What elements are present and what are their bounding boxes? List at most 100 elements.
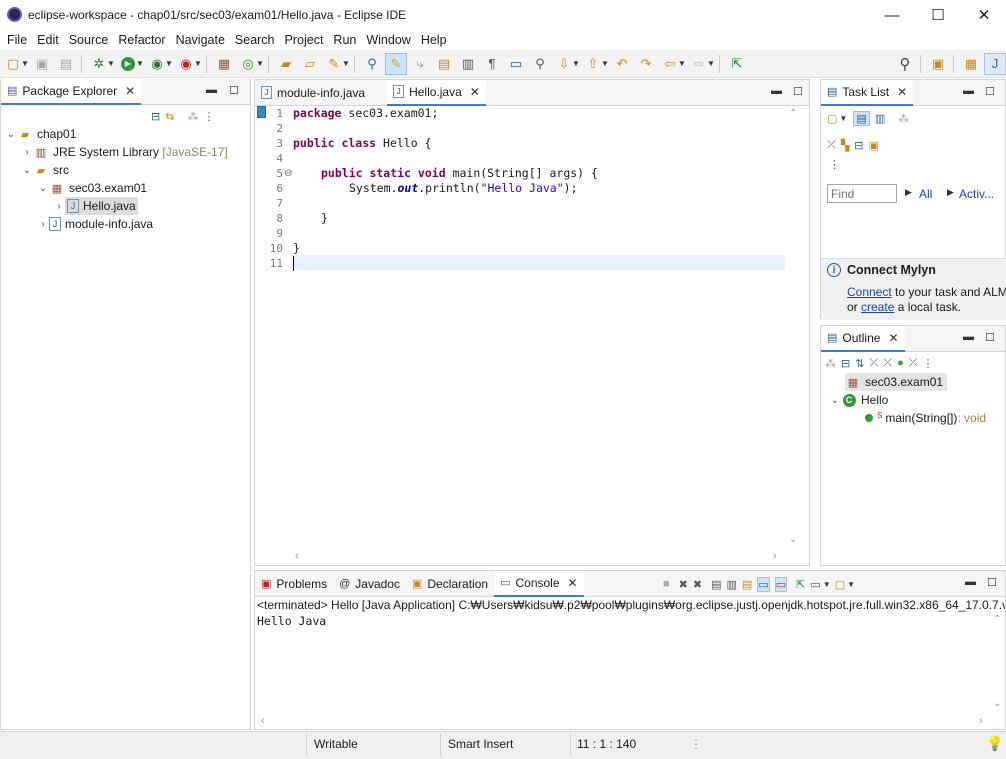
coverage-dropdown-icon[interactable]: ▼ bbox=[165, 59, 173, 68]
java-ee-perspective-icon[interactable]: ▦ bbox=[960, 53, 982, 75]
last-edit-icon[interactable]: ↶ bbox=[611, 53, 633, 75]
menu-project[interactable]: Project bbox=[285, 33, 324, 47]
outline-class[interactable]: ⌄ C Hello bbox=[829, 391, 889, 409]
new-class-dropdown-icon[interactable]: ▼ bbox=[256, 59, 264, 68]
chevron-down-icon[interactable]: ⌄ bbox=[21, 165, 33, 176]
create-link[interactable]: create bbox=[861, 300, 894, 314]
menu-navigate[interactable]: Navigate bbox=[176, 33, 225, 47]
search-icon[interactable]: ⚲ bbox=[894, 53, 916, 75]
open-console-icon[interactable]: ▢ bbox=[835, 578, 845, 591]
close-icon[interactable]: ✕ bbox=[897, 85, 907, 99]
open-console-dropdown-icon[interactable]: ▼ bbox=[847, 580, 855, 589]
tab-declaration[interactable]: ▣ Declaration bbox=[406, 571, 494, 597]
menu-help[interactable]: Help bbox=[421, 33, 447, 47]
new-java-package-icon[interactable]: ▦ bbox=[213, 53, 235, 75]
remove-launch-icon[interactable]: ✖ bbox=[679, 578, 688, 591]
minimize-button[interactable]: — bbox=[869, 2, 915, 28]
cursor-position-status[interactable]: 11 : 1 : 140 bbox=[577, 737, 636, 751]
pin-console-icon[interactable]: ⇱ bbox=[796, 578, 805, 591]
all-link[interactable]: All bbox=[919, 187, 932, 201]
word-wrap-icon[interactable]: ▤ bbox=[742, 578, 752, 591]
minimize-view-icon[interactable]: ▬ bbox=[965, 576, 976, 588]
minimize-view-icon[interactable]: ▬ bbox=[963, 85, 974, 97]
open-type-icon[interactable]: ▰ bbox=[275, 53, 297, 75]
tab-task-list[interactable]: ▤ Task List ✕ bbox=[821, 79, 914, 106]
minimize-view-icon[interactable]: ▬ bbox=[963, 331, 974, 343]
view-menu-icon[interactable]: ⋮ bbox=[203, 110, 214, 123]
search-zoom-icon[interactable]: ⚲ bbox=[529, 53, 551, 75]
previous-annotation-dropdown-icon[interactable]: ▼ bbox=[601, 59, 609, 68]
run-dropdown-icon[interactable]: ▼ bbox=[136, 59, 144, 68]
menu-edit[interactable]: Edit bbox=[37, 33, 59, 47]
view-menu-icon[interactable]: ⋮ bbox=[829, 158, 840, 171]
tab-outline[interactable]: ▤ Outline ✕ bbox=[821, 325, 905, 352]
show-on-error-icon[interactable]: ▭ bbox=[774, 576, 788, 592]
menu-window[interactable]: Window bbox=[366, 33, 410, 47]
new-dropdown-icon[interactable]: ▼ bbox=[21, 59, 29, 68]
maximize-view-icon[interactable]: ☐ bbox=[985, 331, 995, 344]
chevron-down-icon[interactable]: ⌄ bbox=[5, 129, 17, 140]
close-window-button[interactable]: ✕ bbox=[961, 2, 1006, 28]
back-dropdown-icon[interactable]: ▼ bbox=[678, 59, 686, 68]
forward-dropdown-icon[interactable]: ▼ bbox=[707, 59, 715, 68]
menu-search[interactable]: Search bbox=[235, 33, 275, 47]
save-all-icon[interactable]: ▤ bbox=[55, 53, 77, 75]
activate-link[interactable]: Activ... bbox=[959, 187, 994, 201]
scroll-lock-icon[interactable]: ▥ bbox=[727, 578, 737, 591]
word-wrap-icon[interactable]: ⤷ bbox=[409, 53, 431, 75]
maximize-view-icon[interactable]: ☐ bbox=[229, 84, 239, 97]
terminate-icon[interactable]: ■ bbox=[663, 578, 670, 590]
tree-item-chap01[interactable]: ⌄ ▰ chap01 bbox=[5, 125, 77, 143]
outline-package[interactable]: ▦ sec03.exam01 bbox=[845, 373, 948, 391]
close-icon[interactable]: ✕ bbox=[125, 84, 135, 98]
chevron-right-icon[interactable]: › bbox=[53, 201, 65, 212]
hide-static-icon[interactable]: ⤫ bbox=[883, 357, 892, 370]
hide-local-types-icon[interactable]: ⤫ bbox=[909, 357, 918, 370]
forward-edit-icon[interactable]: ↷ bbox=[635, 53, 657, 75]
code-area[interactable]: package sec03.exam01; public class Hello… bbox=[293, 106, 783, 550]
console-vertical-scrollbar[interactable]: ⌃ ⌄ bbox=[991, 614, 1005, 714]
menu-file[interactable]: File bbox=[7, 33, 27, 47]
tab-module-info[interactable]: J module-info.java bbox=[255, 80, 371, 106]
collapse-all-icon[interactable]: ⊟ bbox=[151, 110, 160, 123]
console-view-icon[interactable]: ▭ bbox=[505, 53, 527, 75]
chevron-down-icon[interactable]: ⌄ bbox=[829, 395, 841, 406]
chevron-down-icon[interactable]: ⌄ bbox=[37, 183, 49, 194]
maximize-view-icon[interactable]: ☐ bbox=[987, 576, 997, 589]
toggle-breadcrumb-icon[interactable]: ⚲ bbox=[361, 53, 383, 75]
maximize-button[interactable]: ☐ bbox=[915, 2, 961, 28]
lightbulb-icon[interactable]: 💡 bbox=[986, 735, 1003, 752]
find-input[interactable] bbox=[827, 184, 897, 203]
collapse-all-icon[interactable]: ⊟ bbox=[841, 357, 850, 370]
close-icon[interactable]: ✕ bbox=[568, 576, 578, 590]
tab-javadoc[interactable]: @ Javadoc bbox=[333, 571, 406, 597]
hide-non-public-icon[interactable]: ● bbox=[897, 357, 904, 369]
search-tool-dropdown-icon[interactable]: ▼ bbox=[342, 59, 350, 68]
minimize-view-icon[interactable]: ▬ bbox=[206, 84, 217, 96]
show-tasks-icon[interactable]: ▚ bbox=[841, 139, 849, 152]
next-annotation-dropdown-icon[interactable]: ▼ bbox=[572, 59, 580, 68]
connect-link[interactable]: Connect bbox=[847, 285, 892, 299]
categorized-icon[interactable]: ▤ bbox=[853, 110, 870, 126]
menu-source[interactable]: Source bbox=[69, 33, 109, 47]
insert-mode-status[interactable]: Smart Insert bbox=[448, 737, 513, 751]
new-task-icon[interactable]: ▢ bbox=[827, 112, 837, 125]
menu-refactor[interactable]: Refactor bbox=[118, 33, 165, 47]
display-console-icon[interactable]: ▭ bbox=[810, 578, 820, 591]
save-icon[interactable]: ▣ bbox=[31, 53, 53, 75]
maximize-view-icon[interactable]: ☐ bbox=[985, 85, 995, 98]
link-with-editor-icon[interactable]: ⇆ bbox=[165, 110, 174, 123]
close-icon[interactable]: ✕ bbox=[888, 331, 898, 345]
fold-marker-icon[interactable]: ⊖ bbox=[284, 166, 292, 181]
view-menu-icon[interactable]: ⋮ bbox=[923, 357, 934, 370]
tree-item-module-info[interactable]: › J module-info.java bbox=[37, 215, 153, 233]
tree-item-package[interactable]: ⌄ ▦ sec03.exam01 bbox=[37, 179, 147, 197]
open-perspective-icon[interactable]: ▣ bbox=[927, 53, 949, 75]
editor-vertical-scrollbar[interactable]: ⌃ ⌄ bbox=[787, 106, 801, 550]
scheduled-icon[interactable]: ▥ bbox=[875, 112, 885, 125]
editor-horizontal-scrollbar[interactable]: ‹ › bbox=[291, 550, 785, 564]
chevron-right-icon[interactable]: › bbox=[21, 147, 33, 158]
close-icon[interactable]: ✕ bbox=[470, 85, 480, 99]
focus-icon[interactable]: ⁂ bbox=[898, 112, 909, 125]
hide-fields-icon[interactable]: ⤫ bbox=[869, 357, 878, 370]
